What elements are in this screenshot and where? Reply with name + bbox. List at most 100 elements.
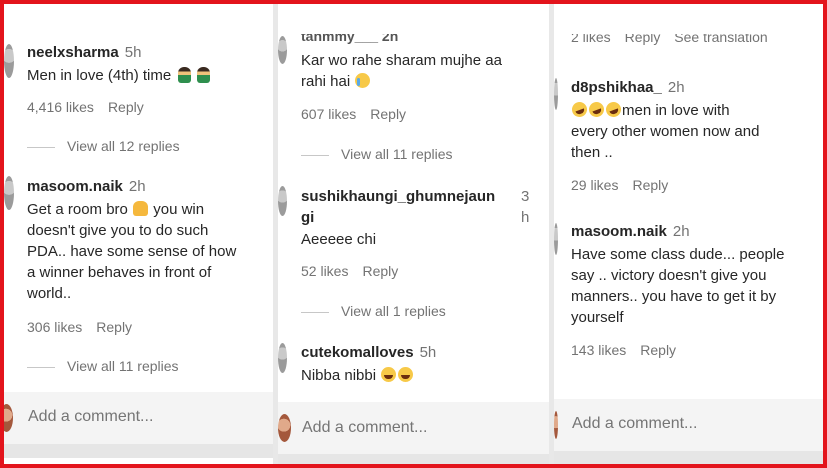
reply-button[interactable]: Reply: [632, 177, 668, 193]
composer-bottom-strip: [0, 444, 273, 458]
comment-text-line: say .. victory doesn't give you: [571, 267, 767, 284]
comment-composer: [278, 402, 549, 454]
composer-bottom-strip: [278, 454, 549, 468]
avatar[interactable]: [278, 36, 287, 64]
view-replies-button[interactable]: View all 11 replies: [301, 146, 453, 162]
add-comment-input[interactable]: [302, 419, 532, 437]
likes-count[interactable]: 4,416 likes: [27, 99, 94, 115]
comment-username[interactable]: sushikhaungi_ghumnejaun gi: [301, 186, 495, 228]
username-text[interactable]: sushikhaungi_ghumnejaun: [301, 186, 495, 207]
reply-button[interactable]: Reply: [625, 34, 661, 45]
comment-time: 2h: [672, 223, 690, 240]
divider-line: [301, 311, 329, 313]
reply-button[interactable]: Reply: [96, 319, 132, 335]
embarrassed-emoji-icon: [355, 73, 371, 88]
comment-meta: 607 likes Reply: [301, 106, 406, 122]
comment-time: 2h: [667, 79, 685, 96]
likes-count[interactable]: 2 likes: [571, 34, 611, 45]
panel-header: Comments: [638, 0, 726, 8]
comment-time-line: 3: [521, 188, 530, 205]
username-text[interactable]: cutekomalloves: [301, 344, 414, 361]
reply-button[interactable]: Reply: [108, 99, 144, 115]
username-text[interactable]: d8pshikhaa_: [571, 79, 662, 96]
comment-text-line: rahi hai: [301, 73, 351, 90]
comment-text-line: every other women now and: [571, 123, 760, 140]
see-translation-button[interactable]: See translation: [674, 34, 767, 45]
username-text[interactable]: neelxsharma: [27, 44, 119, 61]
comment-meta: 4,416 likes Reply: [27, 99, 144, 115]
clipped-comment-meta: 2 likes Reply See translation: [571, 34, 768, 46]
comment-text-line: Nibba nibbi: [301, 367, 377, 384]
comments-panel-3: Comments 2 likes Reply See translation d…: [554, 0, 827, 468]
view-replies-button[interactable]: View all 1 replies: [301, 303, 446, 319]
comment-time: 5h: [419, 344, 437, 361]
avatar[interactable]: [278, 343, 287, 373]
rofl-emoji-icon: [569, 99, 590, 120]
avatar[interactable]: [278, 186, 287, 216]
rofl-emoji-icon: [603, 99, 624, 120]
username-text[interactable]: masoom.naik: [571, 223, 667, 240]
reply-button[interactable]: Reply: [370, 106, 406, 122]
user-avatar: [278, 414, 291, 442]
clipped-username: tahmmy___ 2h: [301, 34, 398, 44]
composer-bottom-strip: [554, 451, 827, 465]
reply-button[interactable]: Reply: [640, 342, 676, 358]
laughing-emoji-icon: [381, 367, 397, 382]
comment-time: 3 h: [521, 186, 529, 228]
divider-line: [27, 146, 55, 148]
comment-username[interactable]: masoom.naik 2h: [571, 223, 690, 240]
comment-username[interactable]: masoom.naik 2h: [27, 178, 146, 195]
avatar[interactable]: [4, 176, 14, 210]
rofl-emoji-icon: [586, 99, 607, 120]
avatar[interactable]: [4, 44, 14, 78]
comment-text-line: yourself: [571, 309, 624, 326]
comment-meta: 29 likes Reply: [571, 177, 668, 193]
username-text[interactable]: masoom.naik: [27, 178, 123, 195]
comment-time-line: h: [521, 209, 530, 226]
comment-text-line: a winner behaves in front of: [27, 264, 212, 281]
comment-text: Have some class dude... people say .. vi…: [571, 244, 821, 328]
comment-text: Aeeeee chi: [301, 231, 377, 248]
comment-text: Kar wo rahe sharam mujhe aa rahi hai: [301, 50, 541, 92]
avatar[interactable]: [554, 78, 558, 110]
likes-count[interactable]: 143 likes: [571, 342, 626, 358]
comment-text-line: then ..: [571, 144, 613, 161]
comment-meta: 52 likes Reply: [301, 263, 398, 279]
likes-count[interactable]: 607 likes: [301, 106, 356, 122]
view-replies-button[interactable]: View all 12 replies: [27, 138, 180, 154]
username-text[interactable]: gi: [301, 207, 495, 228]
add-comment-input[interactable]: [28, 408, 258, 426]
comment-username[interactable]: cutekomalloves 5h: [301, 344, 436, 361]
comment-text-line: Get a room bro: [27, 201, 128, 218]
comment-text-line: world..: [27, 285, 72, 302]
comment-username[interactable]: d8pshikhaa_ 2h: [571, 79, 685, 96]
comment-username[interactable]: neelxsharma 5h: [27, 44, 141, 61]
divider-line: [301, 154, 329, 156]
avatar[interactable]: [554, 223, 558, 255]
likes-count[interactable]: 306 likes: [27, 319, 82, 335]
comments-panel-2: Comments tahmmy___ 2h Kar wo rahe sharam…: [278, 0, 549, 468]
user-avatar: [554, 411, 558, 439]
comment-text-line: Men in love (4th) time: [27, 67, 172, 84]
view-replies-label: View all 11 replies: [341, 146, 453, 162]
add-comment-input[interactable]: [572, 415, 802, 433]
view-replies-button[interactable]: View all 11 replies: [27, 358, 179, 374]
comment-time: 5h: [124, 44, 142, 61]
view-replies-label: View all 12 replies: [67, 138, 180, 154]
user-avatar: [0, 404, 13, 432]
comment-text: Men in love (4th) time: [27, 65, 267, 86]
panel-header: Comments: [368, 0, 456, 8]
comments-panel-1: neelxsharma 5h Men in love (4th) time 4,4…: [0, 0, 273, 468]
likes-count[interactable]: 29 likes: [571, 177, 618, 193]
comment-text-line: you win: [153, 201, 205, 218]
likes-count[interactable]: 52 likes: [301, 263, 348, 279]
comment-time: 2h: [128, 178, 146, 195]
clipped-username-text: tahmmy___ 2h: [301, 34, 399, 44]
laughing-emoji-icon: [398, 367, 414, 382]
reply-button[interactable]: Reply: [362, 263, 398, 279]
heart-hands-emoji-icon: [133, 201, 149, 216]
comment-text: Get a room bro you win doesn't give you …: [27, 199, 267, 304]
comment-text-line: PDA.. have some sense of how: [27, 243, 237, 260]
comment-text-line: Kar wo rahe sharam mujhe aa: [301, 52, 502, 69]
comment-text-line: Have some class dude... people: [571, 246, 785, 263]
